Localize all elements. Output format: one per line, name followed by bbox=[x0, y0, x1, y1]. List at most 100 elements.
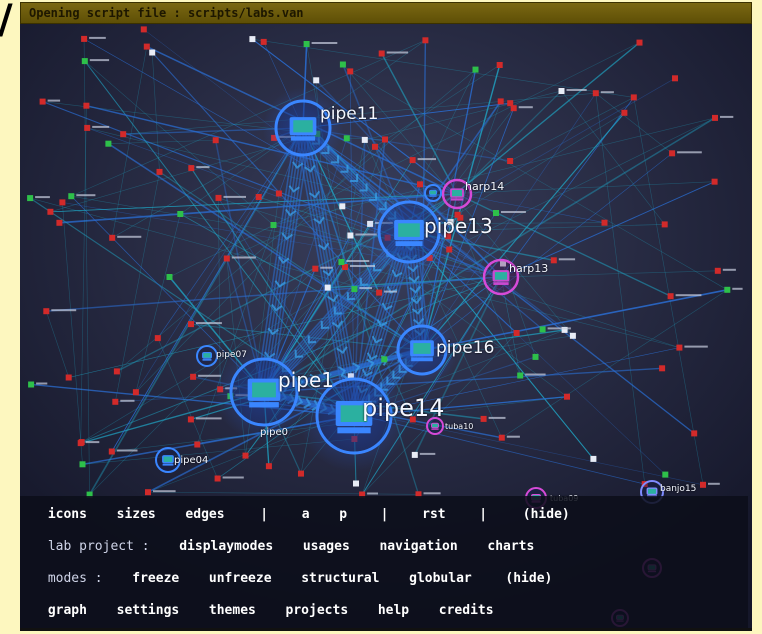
red-node-icon[interactable] bbox=[298, 470, 304, 477]
node-label-pipe16[interactable]: pipe16 bbox=[436, 338, 494, 358]
red-node-icon[interactable] bbox=[376, 289, 383, 296]
red-node-icon[interactable] bbox=[480, 415, 487, 422]
red-node-icon[interactable] bbox=[212, 137, 219, 144]
red-node-icon[interactable] bbox=[132, 389, 139, 396]
red-node-icon[interactable] bbox=[83, 102, 90, 109]
red-node-icon[interactable] bbox=[621, 109, 628, 116]
person-icon[interactable] bbox=[149, 49, 156, 56]
red-node-icon[interactable] bbox=[714, 267, 721, 274]
red-node-icon[interactable] bbox=[190, 373, 197, 380]
green-node-icon[interactable] bbox=[27, 195, 34, 202]
green-node-icon[interactable] bbox=[343, 135, 350, 142]
red-node-icon[interactable] bbox=[700, 481, 706, 488]
menu-freeze[interactable]: freeze bbox=[132, 566, 179, 592]
green-node-icon[interactable] bbox=[166, 274, 173, 280]
green-node-icon[interactable] bbox=[105, 140, 112, 147]
node-label-harp13[interactable]: harp13 bbox=[509, 262, 548, 275]
red-node-icon[interactable] bbox=[59, 199, 66, 206]
menu-projects[interactable]: projects bbox=[286, 598, 349, 624]
red-node-icon[interactable] bbox=[140, 26, 147, 33]
node-label-pipe07[interactable]: pipe07 bbox=[216, 350, 247, 360]
red-node-icon[interactable] bbox=[39, 98, 46, 105]
green-node-icon[interactable] bbox=[532, 353, 539, 360]
menu-charts[interactable]: charts bbox=[487, 534, 534, 560]
red-node-icon[interactable] bbox=[672, 75, 678, 82]
person-icon[interactable] bbox=[558, 88, 565, 94]
red-node-icon[interactable] bbox=[409, 157, 416, 164]
red-node-icon[interactable] bbox=[510, 105, 517, 112]
person-icon[interactable] bbox=[353, 480, 359, 487]
node-label-pipe11[interactable]: pipe11 bbox=[320, 104, 378, 124]
green-node-icon[interactable] bbox=[81, 58, 88, 65]
red-node-icon[interactable] bbox=[513, 330, 520, 336]
red-node-icon[interactable] bbox=[143, 43, 150, 50]
green-node-icon[interactable] bbox=[493, 210, 499, 216]
menu-navigation[interactable]: navigation bbox=[379, 534, 457, 560]
red-node-icon[interactable] bbox=[630, 94, 637, 101]
menu-icons[interactable]: icons bbox=[48, 502, 87, 528]
red-node-icon[interactable] bbox=[194, 441, 201, 448]
menu-themes[interactable]: themes bbox=[209, 598, 256, 624]
red-node-icon[interactable] bbox=[47, 208, 54, 215]
red-node-icon[interactable] bbox=[109, 234, 116, 241]
node-label-pipe0[interactable]: pipe0 bbox=[260, 427, 288, 438]
node-label-pipe1[interactable]: pipe1 bbox=[278, 368, 334, 392]
node-label-tuba10[interactable]: tuba10 bbox=[445, 422, 473, 431]
red-node-icon[interactable] bbox=[659, 365, 666, 372]
green-node-icon[interactable] bbox=[270, 222, 277, 228]
red-node-icon[interactable] bbox=[347, 68, 354, 75]
red-node-icon[interactable] bbox=[188, 165, 195, 172]
red-node-icon[interactable] bbox=[154, 335, 161, 342]
person-icon[interactable] bbox=[590, 455, 597, 462]
red-node-icon[interactable] bbox=[145, 489, 151, 496]
green-node-icon[interactable] bbox=[724, 286, 731, 293]
red-node-icon[interactable] bbox=[260, 38, 267, 45]
menu-settings[interactable]: settings bbox=[117, 598, 180, 624]
red-node-icon[interactable] bbox=[65, 374, 72, 381]
red-node-icon[interactable] bbox=[84, 124, 91, 131]
green-node-icon[interactable] bbox=[79, 461, 86, 468]
person-icon[interactable] bbox=[411, 451, 418, 458]
menu-rst[interactable]: rst bbox=[422, 502, 445, 528]
node-label-pipe14[interactable]: pipe14 bbox=[362, 394, 444, 422]
menu-graph[interactable]: graph bbox=[48, 598, 87, 624]
red-node-icon[interactable] bbox=[113, 368, 120, 375]
red-node-icon[interactable] bbox=[507, 158, 514, 164]
node-label-pipe13[interactable]: pipe13 bbox=[424, 214, 493, 238]
red-node-icon[interactable] bbox=[711, 178, 718, 185]
red-node-icon[interactable] bbox=[667, 293, 674, 300]
red-node-icon[interactable] bbox=[223, 255, 230, 262]
menu-structural[interactable]: structural bbox=[301, 566, 379, 592]
menu-p[interactable]: p bbox=[339, 502, 347, 528]
person-icon[interactable] bbox=[569, 332, 576, 339]
menu-edges[interactable]: edges bbox=[185, 502, 224, 528]
red-node-icon[interactable] bbox=[188, 321, 194, 328]
red-node-icon[interactable] bbox=[56, 219, 63, 226]
red-node-icon[interactable] bbox=[120, 131, 127, 138]
menu-sizes[interactable]: sizes bbox=[117, 502, 156, 528]
green-node-icon[interactable] bbox=[338, 259, 345, 265]
red-node-icon[interactable] bbox=[498, 434, 505, 441]
person-icon[interactable] bbox=[249, 36, 256, 43]
person-icon[interactable] bbox=[313, 77, 320, 84]
red-node-icon[interactable] bbox=[636, 39, 643, 46]
green-node-icon[interactable] bbox=[381, 356, 388, 363]
red-node-icon[interactable] bbox=[417, 181, 423, 188]
red-node-icon[interactable] bbox=[422, 37, 429, 44]
node-label-harp14[interactable]: harp14 bbox=[465, 180, 504, 193]
red-node-icon[interactable] bbox=[77, 440, 84, 447]
menu-hide-view[interactable]: (hide) bbox=[523, 502, 570, 528]
red-node-icon[interactable] bbox=[255, 194, 262, 200]
menu-displaymodes[interactable]: displaymodes bbox=[179, 534, 273, 560]
green-node-icon[interactable] bbox=[472, 66, 479, 73]
green-node-icon[interactable] bbox=[339, 61, 346, 68]
red-node-icon[interactable] bbox=[265, 463, 272, 470]
green-node-icon[interactable] bbox=[517, 372, 524, 379]
green-node-icon[interactable] bbox=[351, 286, 358, 293]
red-node-icon[interactable] bbox=[564, 393, 570, 400]
person-icon[interactable] bbox=[339, 203, 346, 210]
green-node-icon[interactable] bbox=[177, 211, 184, 217]
person-icon[interactable] bbox=[347, 232, 354, 239]
menu-credits[interactable]: credits bbox=[439, 598, 494, 624]
red-node-icon[interactable] bbox=[81, 35, 88, 42]
